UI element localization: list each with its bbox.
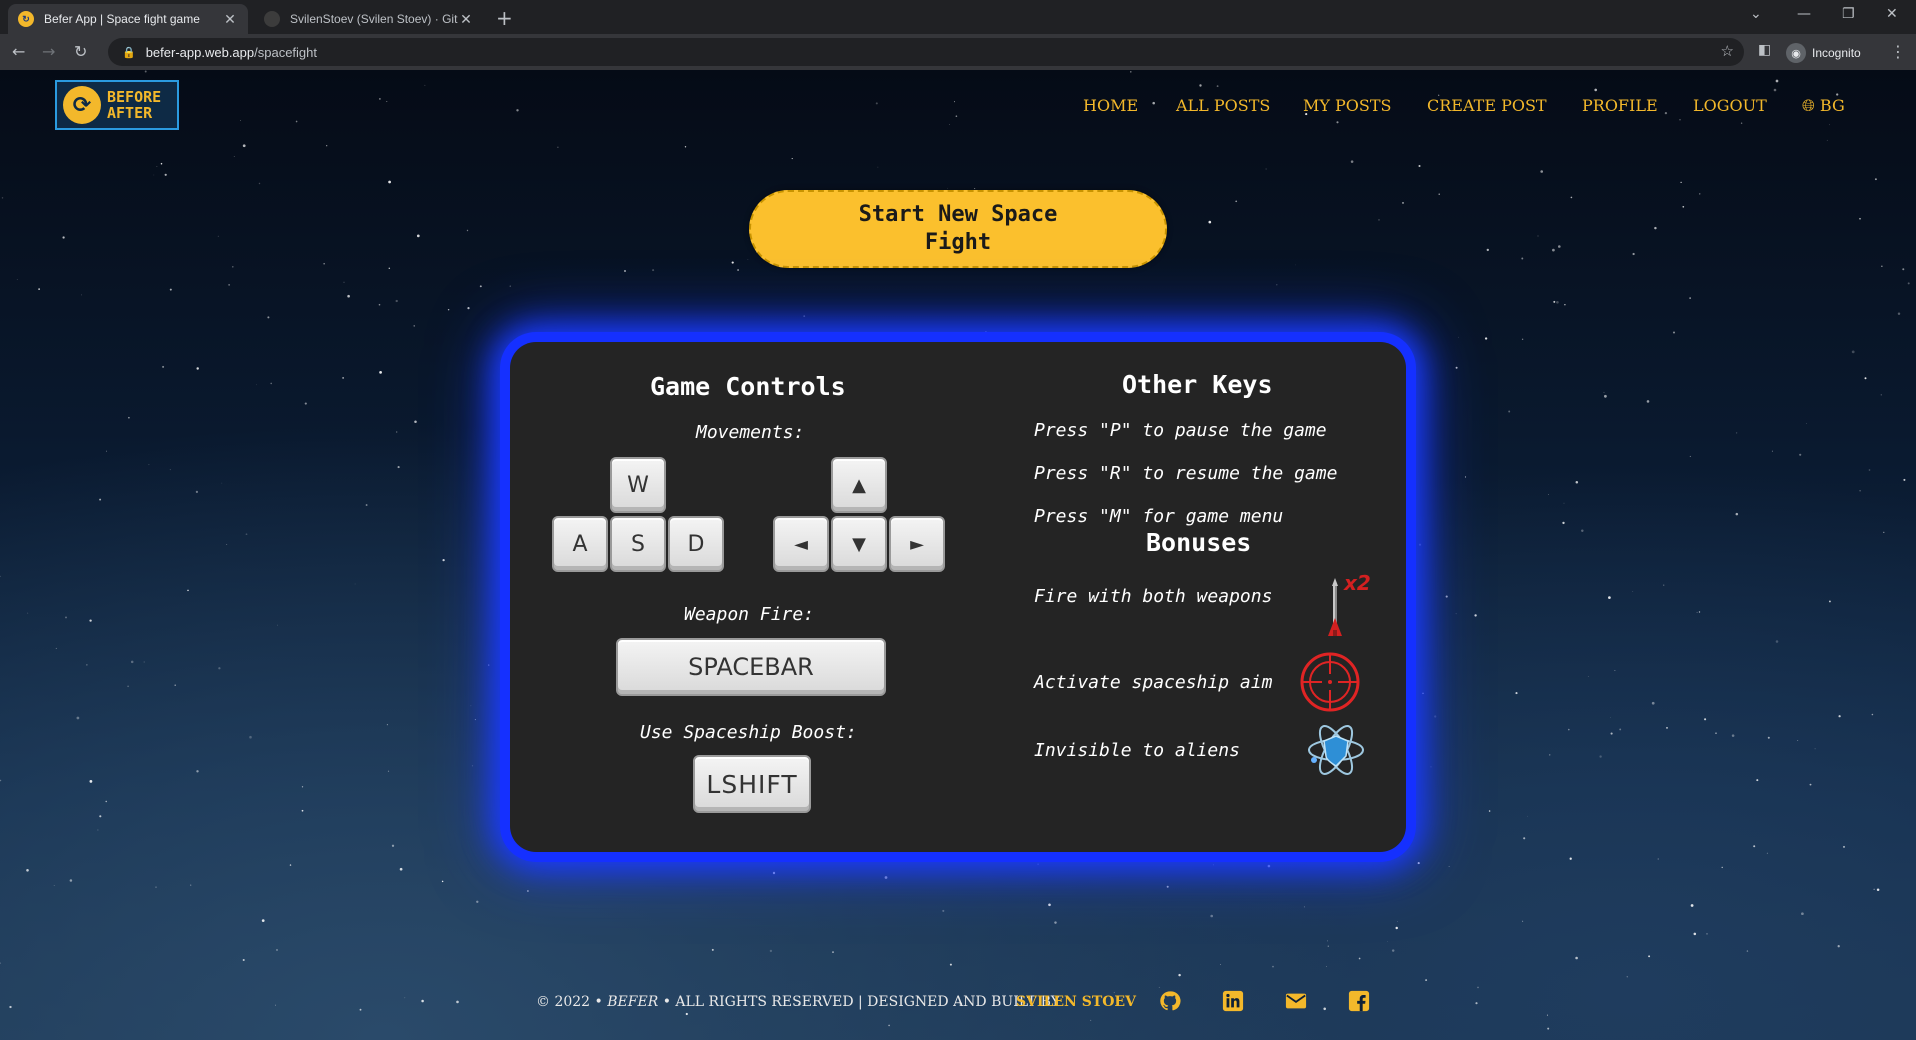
atom-shield-icon [1308,725,1364,775]
svg-text:x2: x2 [1343,571,1371,595]
tab-close-icon[interactable]: ✕ [222,11,238,28]
weapon-fire-label: Weapon Fire: [684,604,815,625]
restore-icon[interactable]: ❐ [1842,6,1855,22]
nav-my-posts[interactable]: MY POSTS [1303,96,1392,115]
site-logo[interactable]: ⟳ BEFORE AFTER [55,80,179,130]
nav-logout[interactable]: LOGOUT [1693,96,1767,115]
bonus-invisible-text: Invisible to aliens [1034,740,1240,761]
nav-home[interactable]: HOME [1083,96,1138,115]
key-d: D [668,516,724,572]
address-bar[interactable]: 🔒 befer-app.web.app /spacefight ☆ [108,38,1744,66]
new-tab-button[interactable]: + [496,6,513,30]
key-spacebar: SPACEBAR [616,638,886,696]
minimize-icon[interactable]: — [1797,6,1811,22]
nav-create-post[interactable]: CREATE POST [1427,96,1547,115]
refresh-logo-icon: ⟳ [63,86,101,124]
tab-befer-app[interactable]: ↻ Befer App | Space fight game ✕ [8,4,248,34]
footer-author-link[interactable]: SVILEN STOEV [1016,994,1136,1010]
tab-close-icon[interactable]: ✕ [458,11,474,28]
forward-icon[interactable]: → [42,42,55,61]
tab-title: SvilenStoev (Svilen Stoev) · GitHub [290,12,458,26]
key-a: A [552,516,608,572]
bonus-spaceship-aim-text: Activate spaceship aim [1034,672,1273,693]
key-w: W [610,457,666,513]
github-icon[interactable] [1159,990,1181,1012]
back-icon[interactable]: ← [12,42,25,61]
other-key-menu: Press "M" for game menu [1034,506,1284,527]
menu-kebab-icon[interactable]: ⋮ [1890,42,1906,61]
reload-icon[interactable]: ↻ [74,42,87,61]
spaceship-boost-label: Use Spaceship Boost: [640,722,857,743]
lock-icon: 🔒 [122,46,136,59]
crosshair-icon [1300,652,1360,712]
tab-search-icon[interactable]: ⌄ [1750,6,1762,22]
facebook-icon[interactable] [1348,990,1370,1012]
globe-icon: 🌐︎ [1802,96,1815,115]
footer-brand: BEFER [607,994,659,1010]
tab-github[interactable]: SvilenStoev (Svilen Stoev) · GitHub ✕ [254,4,484,34]
browser-toolbar: ← → ↻ 🔒 befer-app.web.app /spacefight ☆ … [0,34,1916,70]
close-window-icon[interactable]: ✕ [1886,6,1898,22]
bonus-double-weapons-text: Fire with both weapons [1034,586,1273,607]
space-fight-page: ⟳ BEFORE AFTER HOME ALL POSTS MY POSTS C… [0,70,1916,1040]
mail-icon[interactable] [1285,990,1307,1012]
bonuses-title: Bonuses [1146,528,1252,557]
key-s: S [610,516,666,572]
start-new-space-fight-button[interactable]: Start New Space Fight [749,190,1167,268]
key-arrow-down: ▼ [831,516,887,572]
other-key-resume: Press "R" to resume the game [1034,463,1338,484]
other-key-pause: Press "P" to pause the game [1034,420,1327,441]
linkedin-icon[interactable] [1222,990,1244,1012]
incognito-profile[interactable]: ◉ Incognito [1786,43,1861,63]
side-panel-icon[interactable]: ◧ [1758,42,1771,58]
key-lshift: LSHIFT [693,755,811,813]
url-host: befer-app.web.app [145,44,255,60]
movements-label: Movements: [696,422,805,443]
url-path: /spacefight [254,44,317,60]
incognito-icon: ◉ [1786,43,1806,63]
double-rocket-icon: x2 [1328,571,1371,636]
browser-tab-bar: ↻ Befer App | Space fight game ✕ SvilenS… [0,0,1916,34]
key-arrow-right: ► [889,516,945,572]
key-arrow-up: ▲ [831,457,887,513]
other-keys-title: Other Keys [1122,370,1273,399]
game-info-panel: Game Controls Movements: W A S D ▲ ◄ ▼ ►… [510,342,1406,852]
nav-language[interactable]: 🌐︎ BG [1802,96,1845,116]
befer-favicon-icon: ↻ [18,11,34,27]
footer-copyright: © 2022 • BEFER • ALL RIGHTS RESERVED | D… [536,994,1060,1010]
site-footer: © 2022 • BEFER • ALL RIGHTS RESERVED | D… [0,988,1916,1018]
language-label: BG [1819,96,1845,115]
nav-profile[interactable]: PROFILE [1582,96,1658,115]
incognito-label: Incognito [1812,46,1861,60]
key-arrow-left: ◄ [773,516,829,572]
logo-wordmark: BEFORE AFTER [107,88,162,122]
bookmark-star-icon[interactable]: ☆ [1721,42,1734,60]
github-favicon-icon [264,11,280,27]
nav-all-posts[interactable]: ALL POSTS [1176,96,1270,115]
tab-title: Befer App | Space fight game [44,12,200,26]
game-controls-title: Game Controls [650,372,846,401]
